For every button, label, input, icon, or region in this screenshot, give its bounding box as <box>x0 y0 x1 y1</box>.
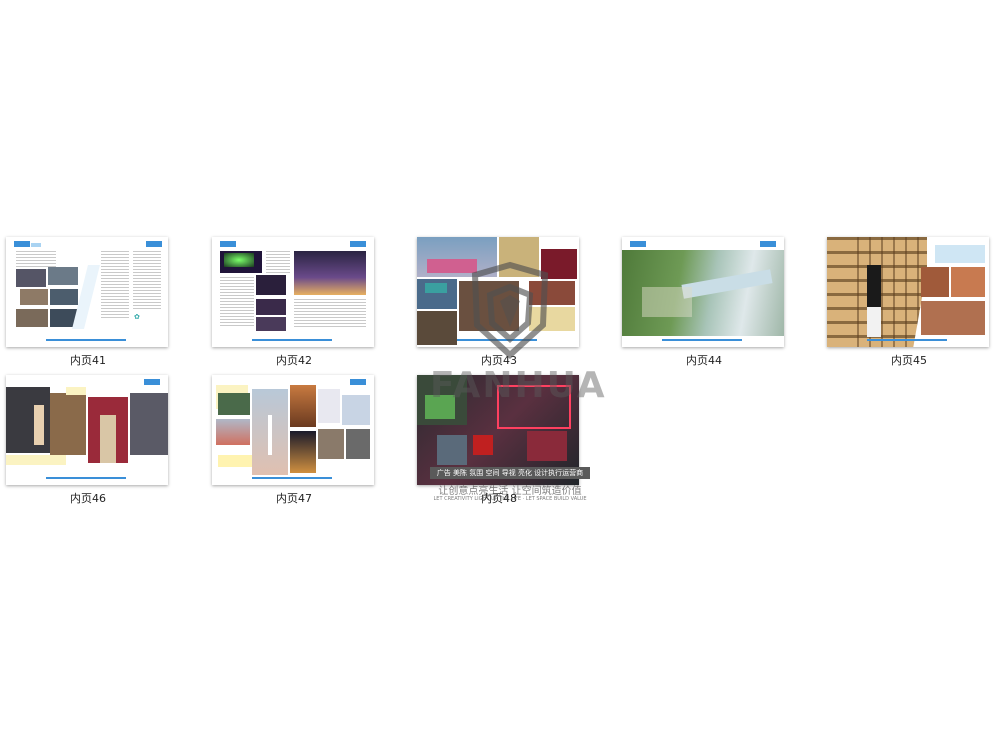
page-preview <box>622 237 784 347</box>
page-thumbnail-45[interactable]: 内页45 <box>827 237 991 377</box>
page-caption: 内页48 <box>481 492 517 505</box>
page-caption: 内页41 <box>70 354 106 367</box>
page-caption: 内页47 <box>276 492 312 505</box>
page-caption: 内页46 <box>70 492 106 505</box>
page-caption: 内页45 <box>891 354 927 367</box>
page-thumbnail-46[interactable]: 内页46 <box>6 375 170 515</box>
page-caption: 内页44 <box>686 354 722 367</box>
page-preview <box>212 237 374 347</box>
page-thumbnail-48[interactable]: 内页48 <box>417 375 581 515</box>
page-preview <box>212 375 374 485</box>
page-caption: 内页43 <box>481 354 517 367</box>
page-thumbnail-41[interactable]: ✿ 内页41 <box>6 237 170 377</box>
thumbnail-grid: ✿ 内页41 内页42 内页43 内页44 内页45 内页46 内页47 内页4… <box>0 0 1000 750</box>
page-thumbnail-43[interactable]: 内页43 <box>417 237 581 377</box>
page-preview <box>417 237 579 347</box>
page-caption: 内页42 <box>276 354 312 367</box>
page-thumbnail-47[interactable]: 内页47 <box>212 375 376 515</box>
page-preview: ✿ <box>6 237 168 347</box>
page-thumbnail-44[interactable]: 内页44 <box>622 237 786 377</box>
page-thumbnail-42[interactable]: 内页42 <box>212 237 376 377</box>
page-preview <box>827 237 989 347</box>
page-preview <box>417 375 579 485</box>
page-preview <box>6 375 168 485</box>
